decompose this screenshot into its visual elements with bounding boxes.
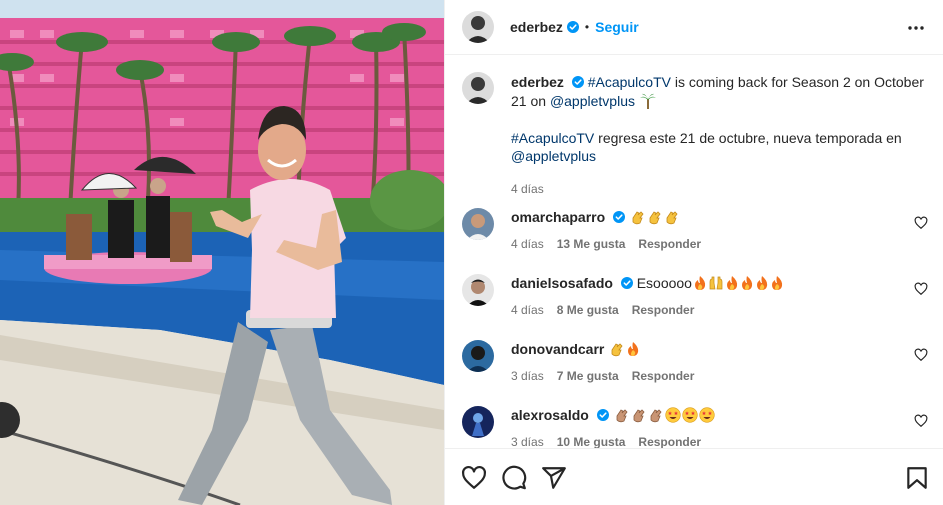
comment-timestamp[interactable]: 3 días bbox=[511, 367, 544, 385]
comment-meta: 3 días 7 Me gusta Responder bbox=[511, 367, 891, 385]
clap-medium-icon bbox=[633, 409, 645, 423]
comment-meta: 4 días 13 Me gusta Responder bbox=[511, 235, 891, 253]
comment-body: alexrosaldo 3 días 10 Me gusta Responder bbox=[511, 406, 891, 448]
commenter-avatar[interactable] bbox=[462, 340, 494, 372]
mention-link[interactable]: @appletvplus bbox=[550, 93, 635, 109]
verified-badge-icon bbox=[596, 409, 609, 421]
caption-avatar-image bbox=[462, 72, 494, 104]
verified-badge-icon bbox=[566, 21, 579, 33]
comment-body: danielsosafado Esooooo 4 días 8 Me gusta… bbox=[511, 274, 891, 319]
more-dots-icon bbox=[908, 26, 924, 30]
follow-button[interactable]: Seguir bbox=[595, 19, 639, 35]
mention-link[interactable]: @appletvplus bbox=[511, 148, 596, 164]
comments-section[interactable]: ederbez #AcapulcoTV is coming back for S… bbox=[445, 56, 943, 448]
clap-medium-icon bbox=[616, 409, 628, 423]
bookmark-icon[interactable] bbox=[904, 465, 930, 491]
fire-icon bbox=[628, 342, 639, 356]
header-separator: • bbox=[584, 20, 590, 34]
fire-icon bbox=[726, 276, 738, 290]
caption-text: ederbez #AcapulcoTV is coming back for S… bbox=[511, 73, 927, 198]
clap-icon bbox=[649, 211, 661, 225]
author-avatar[interactable] bbox=[462, 11, 494, 43]
commenter-avatar-image bbox=[462, 340, 494, 372]
like-comment-heart-icon[interactable] bbox=[914, 282, 928, 296]
comment-username[interactable]: danielsosafado bbox=[511, 275, 613, 291]
palm-tree-icon bbox=[639, 93, 656, 109]
comment-item: danielsosafado Esooooo 4 días 8 Me gusta… bbox=[462, 274, 942, 324]
reply-button[interactable]: Responder bbox=[638, 235, 701, 253]
clap-icon bbox=[666, 211, 678, 225]
post-side-panel: ederbez • Seguir ederbez #AcapulcoTV is … bbox=[444, 0, 943, 505]
star-struck-icon bbox=[682, 407, 698, 423]
comment-likes[interactable]: 7 Me gusta bbox=[557, 367, 619, 385]
caption-timestamp[interactable]: 4 días bbox=[511, 180, 544, 199]
post-image[interactable] bbox=[0, 0, 444, 505]
comment-timestamp[interactable]: 3 días bbox=[511, 433, 544, 448]
verified-badge-icon bbox=[620, 277, 633, 289]
comment-body: omarchaparro 4 días 13 Me gusta Responde… bbox=[511, 208, 891, 253]
action-bar bbox=[445, 448, 943, 505]
fire-icon bbox=[771, 276, 783, 290]
reply-button[interactable]: Responder bbox=[632, 301, 695, 319]
clap-icon bbox=[611, 343, 623, 357]
comment-username[interactable]: donovandcarr bbox=[511, 341, 604, 357]
fire-icon bbox=[694, 276, 706, 290]
commenter-avatar[interactable] bbox=[462, 274, 494, 306]
comment-icon[interactable] bbox=[501, 465, 527, 491]
comment-meta: 4 días 8 Me gusta Responder bbox=[511, 301, 891, 319]
comment-likes[interactable]: 13 Me gusta bbox=[557, 235, 626, 253]
comment-body: donovandcarr 3 días 7 Me gusta Responder bbox=[511, 340, 891, 385]
reply-button[interactable]: Responder bbox=[638, 433, 701, 448]
clap-icon bbox=[632, 211, 644, 225]
raised-hands-icon bbox=[709, 276, 723, 290]
commenter-avatar[interactable] bbox=[462, 208, 494, 240]
commenter-avatar-image bbox=[462, 406, 494, 438]
comment-item: alexrosaldo 3 días 10 Me gusta Responder bbox=[462, 406, 942, 448]
comment-timestamp[interactable]: 4 días bbox=[511, 235, 544, 253]
hashtag-link[interactable]: #AcapulcoTV bbox=[511, 130, 594, 146]
comment-item: omarchaparro 4 días 13 Me gusta Responde… bbox=[462, 208, 942, 258]
like-comment-heart-icon[interactable] bbox=[914, 414, 928, 428]
more-options-icon[interactable] bbox=[902, 14, 930, 42]
commenter-avatar-image bbox=[462, 208, 494, 240]
caption-username[interactable]: ederbez bbox=[511, 74, 564, 90]
heart-icon[interactable] bbox=[461, 465, 487, 491]
like-comment-heart-icon[interactable] bbox=[914, 216, 928, 230]
star-struck-icon bbox=[699, 407, 715, 423]
comment-timestamp[interactable]: 4 días bbox=[511, 301, 544, 319]
author-avatar-image bbox=[462, 11, 494, 43]
share-icon[interactable] bbox=[541, 465, 567, 491]
fire-icon bbox=[756, 276, 768, 290]
comment-likes[interactable]: 10 Me gusta bbox=[557, 433, 626, 448]
fire-icon bbox=[741, 276, 753, 290]
comment-item: donovandcarr 3 días 7 Me gusta Responder bbox=[462, 340, 942, 390]
comment-username[interactable]: alexrosaldo bbox=[511, 407, 589, 423]
comment-likes[interactable]: 8 Me gusta bbox=[557, 301, 619, 319]
caption-line2-text: regresa este 21 de octubre, nueva tempor… bbox=[594, 129, 902, 146]
author-username[interactable]: ederbez bbox=[510, 19, 563, 35]
verified-badge-icon bbox=[613, 211, 626, 223]
commenter-avatar-image bbox=[462, 274, 494, 306]
like-comment-heart-icon[interactable] bbox=[914, 348, 928, 362]
comment-meta: 3 días 10 Me gusta Responder bbox=[511, 433, 891, 448]
star-struck-icon bbox=[665, 407, 681, 423]
commenter-avatar[interactable] bbox=[462, 406, 494, 438]
reply-button[interactable]: Responder bbox=[632, 367, 695, 385]
caption-meta: 4 días bbox=[511, 180, 927, 199]
post-header: ederbez • Seguir bbox=[445, 0, 943, 55]
verified-badge-icon bbox=[571, 76, 584, 88]
hashtag-link[interactable]: #AcapulcoTV bbox=[588, 74, 671, 90]
comment-text: Esooooo bbox=[636, 275, 692, 291]
comment-username[interactable]: omarchaparro bbox=[511, 209, 605, 225]
clap-medium-icon bbox=[650, 409, 662, 423]
caption-avatar[interactable] bbox=[462, 72, 494, 104]
post-photo bbox=[0, 0, 444, 505]
